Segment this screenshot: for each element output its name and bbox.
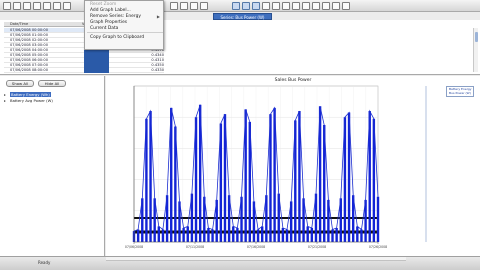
menu-separator xyxy=(87,32,163,33)
x-tick-label: 07/26/2008 xyxy=(369,245,387,249)
chart-legend[interactable]: Battery Energy Bus Power (W) xyxy=(446,86,474,97)
data-grid-area: Date/Time Value 07/06/2008 00:00:000.427… xyxy=(0,20,480,75)
zoom-icon[interactable] xyxy=(190,2,198,10)
menu-item[interactable]: Copy Graph to Clipboard xyxy=(90,35,144,41)
view-mode-3-icon[interactable] xyxy=(252,2,260,10)
view-mode-2-icon[interactable] xyxy=(242,2,250,10)
view-mode-12-icon[interactable] xyxy=(342,2,350,10)
view-mode-1-icon[interactable] xyxy=(232,2,240,10)
toolbar xyxy=(0,0,480,12)
series-tree-panel: Show All Hide All ▸ Battery Energy (Wh) ▸ B… xyxy=(0,76,105,256)
sort-icon[interactable] xyxy=(63,2,71,10)
filter-icon[interactable] xyxy=(53,2,61,10)
expand-icon[interactable]: ▸ xyxy=(4,98,6,103)
tree-item-label: Battery Energy (Wh) xyxy=(10,92,51,97)
x-tick-label: 07/06/2008 xyxy=(125,245,143,249)
x-tick-label: 07/16/2008 xyxy=(247,245,265,249)
datetime-cell: 07/06/2008 08:00:00 xyxy=(10,68,48,72)
view-mode-6-icon[interactable] xyxy=(282,2,290,10)
view-mode-7-icon[interactable] xyxy=(292,2,300,10)
graph-pane[interactable]: Sales Bus Power 07/06/2008 07/11/2008 07/1… xyxy=(106,76,480,256)
paste-icon[interactable] xyxy=(43,2,51,10)
value-cell-highlight xyxy=(84,68,109,73)
view-mode-10-icon[interactable] xyxy=(322,2,330,10)
chart-horizontal-scrollbar[interactable] xyxy=(106,257,406,261)
save-icon[interactable] xyxy=(13,2,21,10)
tree-item-label: Battery Avg Power (W) xyxy=(10,98,53,103)
copy-icon[interactable] xyxy=(33,2,41,10)
view-mode-4-icon[interactable] xyxy=(262,2,270,10)
graph-context-menu: Reset Zoom Add Graph Label... Remove Serie… xyxy=(84,0,164,50)
table-icon[interactable] xyxy=(180,2,188,10)
hide-all-button[interactable]: Hide All xyxy=(38,80,66,87)
scrollbar-thumb[interactable] xyxy=(475,32,478,42)
legend-entry-2: Bus Power (W) xyxy=(449,91,471,95)
open-icon[interactable] xyxy=(3,2,11,10)
x-tick-label: 07/21/2008 xyxy=(308,245,326,249)
status-text: Ready xyxy=(38,260,51,265)
status-bar: Ready xyxy=(0,256,480,270)
print-icon[interactable] xyxy=(23,2,31,10)
table-row[interactable]: 07/06/2008 08:00:00 0.4330 xyxy=(4,68,164,73)
column-header-datetime[interactable]: Date/Time xyxy=(10,22,28,27)
graph-icon[interactable] xyxy=(170,2,178,10)
settings-icon[interactable] xyxy=(200,2,208,10)
expand-icon[interactable]: ▸ xyxy=(4,92,6,97)
chart-plot[interactable]: 07/06/2008 07/11/2008 07/16/2008 07/21/2008… xyxy=(106,76,480,256)
grid-vertical-scrollbar[interactable] xyxy=(473,28,478,72)
view-mode-9-icon[interactable] xyxy=(312,2,320,10)
view-mode-8-icon[interactable] xyxy=(302,2,310,10)
view-mode-5-icon[interactable] xyxy=(272,2,280,10)
submenu-arrow-icon: ▶ xyxy=(156,14,160,19)
application-window: Series: Bus Power (W) Date/Time Value 07… xyxy=(0,0,480,270)
x-tick-label: 07/11/2008 xyxy=(186,245,204,249)
view-mode-11-icon[interactable] xyxy=(332,2,340,10)
show-all-button[interactable]: Show All xyxy=(6,80,34,87)
series-field-tab[interactable]: Series: Bus Power (W) xyxy=(213,13,272,20)
value-cell: 0.4330 xyxy=(151,68,164,72)
